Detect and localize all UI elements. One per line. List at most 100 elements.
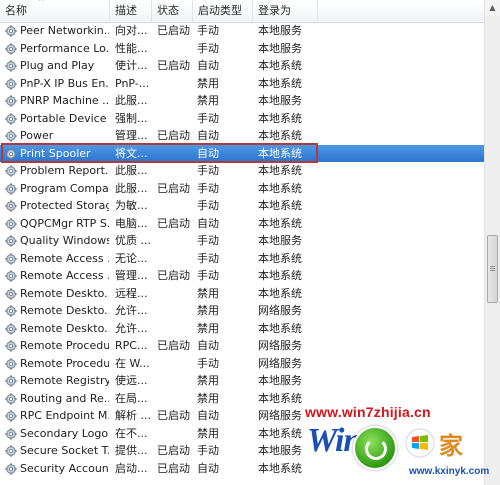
table-row[interactable]: Remote Procedu... 在 W... 手动 网络服务 xyxy=(0,355,484,373)
cell-startup: 自动 xyxy=(197,339,219,352)
table-row-selected[interactable]: Print Spooler 将文... 自动 本地系统 xyxy=(0,144,484,163)
cell-desc: 允许... xyxy=(115,321,148,335)
cell-name: Remote Procedu... xyxy=(20,356,109,370)
cell-startup: 禁用 xyxy=(197,94,219,107)
table-row[interactable]: RPC Endpoint M... 解析 ... 已启动 自动 网络服务 xyxy=(0,407,484,425)
cell-startup: 手动 xyxy=(197,444,219,457)
cell-name: Remote Registry xyxy=(20,374,109,387)
cell-desc: 管理... xyxy=(115,269,148,282)
scroll-up-arrow-icon[interactable]: ▲ xyxy=(485,0,500,16)
table-row[interactable]: Peer Networkin... 向对... 已启动 手动 本地服务 xyxy=(0,22,484,40)
table-row[interactable]: Power 管理... 已启动 自动 本地系统 xyxy=(0,127,484,145)
cell-logon: 本地系统 xyxy=(258,461,302,475)
cell-desc: 电脑... xyxy=(115,216,148,230)
table-row[interactable]: Plug and Play 使计... 已启动 自动 本地系统 xyxy=(0,57,484,75)
cell-startup: 手动 xyxy=(197,269,219,282)
cell-logon: 本地系统 xyxy=(258,251,302,265)
cell-startup: 禁用 xyxy=(197,76,219,90)
service-gear-icon xyxy=(5,130,17,142)
cell-desc: 解析 ... xyxy=(115,409,150,422)
column-header-log-on-as-label: 登录为 xyxy=(258,4,291,17)
column-header-startup-type[interactable]: 启动类型 xyxy=(193,0,253,22)
service-gear-icon xyxy=(5,77,17,90)
cell-status xyxy=(157,355,193,373)
cell-desc: 使远... xyxy=(115,374,148,387)
cell-logon: 本地系统 xyxy=(258,391,302,405)
service-gear-icon xyxy=(5,252,17,265)
cell-status xyxy=(157,145,193,163)
column-header-description-label: 描述 xyxy=(115,4,137,17)
cell-startup: 自动 xyxy=(197,146,219,160)
cell-startup: 手动 xyxy=(197,234,219,247)
cell-name: Peer Networkin... xyxy=(20,24,109,37)
service-gear-icon xyxy=(5,200,17,212)
cell-logon: 本地系统 xyxy=(258,269,302,282)
table-row[interactable]: Remote Access ... 无论... 手动 本地系统 xyxy=(0,250,484,268)
table-row[interactable]: Problem Report... 此服... 手动 本地系统 xyxy=(0,162,484,180)
cell-logon: 网络服务 xyxy=(258,356,302,370)
table-row[interactable]: QQPCMgr RTP S... 电脑... 已启动 自动 本地系统 xyxy=(0,215,484,233)
table-row[interactable] xyxy=(0,477,484,485)
table-row[interactable]: Remote Registry 使远... 禁用 本地服务 xyxy=(0,372,484,390)
cell-status xyxy=(157,285,193,303)
table-row[interactable]: Performance Lo... 性能... 手动 本地服务 xyxy=(0,40,484,58)
cell-logon: 本地系统 xyxy=(258,321,302,335)
cell-desc: 此服... xyxy=(115,181,148,195)
table-row[interactable]: Routing and Re... 在局... 禁用 本地系统 xyxy=(0,390,484,408)
scrollbar-thumb[interactable] xyxy=(487,235,498,303)
cell-logon: 本地系统 xyxy=(258,181,302,195)
table-row[interactable]: Remote Procedu... RPC... 已启动自动 网络服务 xyxy=(0,337,484,355)
cell-desc: 强制... xyxy=(115,111,148,125)
table-row[interactable]: Quality Windows... 优质 ... 手动 本地服务 xyxy=(0,232,484,250)
service-gear-icon xyxy=(5,392,17,405)
services-list-window: ^ 名称 描述 状态 启动类型 登录为 Peer Networkin... 向对.… xyxy=(0,0,500,485)
cell-status xyxy=(157,372,193,390)
column-header-name[interactable]: ^ 名称 xyxy=(0,0,110,22)
cell-startup: 自动 xyxy=(197,461,219,475)
cell-desc: PnP-... xyxy=(115,76,150,90)
cell-name: Remote Procedu... xyxy=(20,339,109,352)
table-row[interactable]: Remote Deskto... 允许... 禁用 网络服务 xyxy=(0,302,484,320)
cell-desc: 向对... xyxy=(115,24,148,37)
cell-status xyxy=(157,320,193,338)
cell-name: Program Compa... xyxy=(20,181,109,195)
cell-logon: 本地系统 xyxy=(258,111,302,125)
cell-status: 已启动 xyxy=(157,59,190,72)
table-row[interactable]: Secure Socket T... 提供... 已启动 手动 本地服务 xyxy=(0,442,484,460)
service-gear-icon xyxy=(5,147,17,160)
table-row[interactable]: Portable Device ... 强制... 手动 本地系统 xyxy=(0,110,484,128)
cell-desc xyxy=(115,477,150,485)
table-row[interactable]: PNRP Machine ... 此服... 禁用 本地服务 xyxy=(0,92,484,110)
column-header-status[interactable]: 状态 xyxy=(152,0,193,22)
service-gear-icon xyxy=(5,462,17,475)
table-row[interactable]: Secondary Logon 在不... 禁用 本地系统 xyxy=(0,425,484,443)
table-row[interactable]: Security Account... 启动... 已启动自动 本地系统 xyxy=(0,460,484,478)
cell-logon: 本地服务 xyxy=(258,41,302,55)
cell-startup: 禁用 xyxy=(197,304,219,317)
table-row[interactable]: Program Compa... 此服... 已启动手动 本地系统 xyxy=(0,180,484,198)
service-gear-icon xyxy=(5,60,17,72)
table-row[interactable]: PnP-X IP Bus En... PnP-... 禁用 本地系统 xyxy=(0,75,484,93)
cell-name: Remote Deskto... xyxy=(20,321,109,335)
cell-logon: 本地服务 xyxy=(258,94,302,107)
table-row[interactable]: Protected Storage 为敏... 手动 本地系统 xyxy=(0,197,484,215)
vertical-scrollbar[interactable]: ▲ xyxy=(484,0,500,485)
table-row[interactable]: Remote Deskto... 远程... 禁用 本地系统 xyxy=(0,285,484,303)
column-header-status-label: 状态 xyxy=(157,4,179,17)
cell-logon: 本地服务 xyxy=(258,374,302,387)
cell-status xyxy=(157,40,193,58)
service-gear-icon xyxy=(5,427,17,440)
table-row[interactable]: Remote Access ... 管理... 已启动 手动 本地系统 xyxy=(0,267,484,285)
cell-desc: 优质 ... xyxy=(115,234,150,247)
cell-startup: 自动 xyxy=(197,409,219,422)
cell-status xyxy=(157,390,193,408)
cell-status xyxy=(157,92,193,110)
cell-desc: 在局... xyxy=(115,391,148,405)
service-gear-icon xyxy=(5,165,17,177)
column-header-description[interactable]: 描述 xyxy=(110,0,152,22)
service-gear-icon xyxy=(5,375,17,387)
column-header-log-on-as[interactable]: 登录为 xyxy=(253,0,318,22)
cell-logon: 本地服务 xyxy=(258,24,302,37)
table-row[interactable]: Remote Deskto... 允许... 禁用 本地系统 xyxy=(0,320,484,338)
cell-startup: 手动 xyxy=(197,24,219,37)
